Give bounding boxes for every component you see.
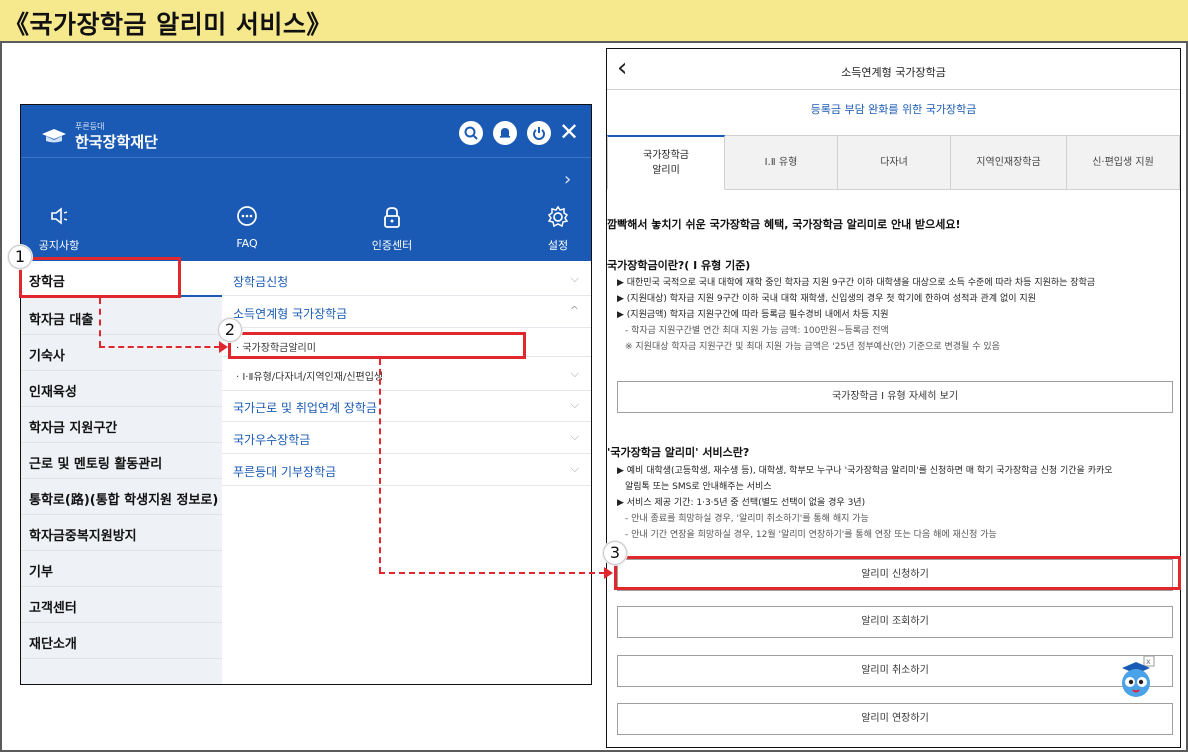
search-icon xyxy=(464,126,478,140)
connector-line xyxy=(99,298,101,347)
section-title: 국가장학금이란?( Ⅰ 유형 기준) xyxy=(607,259,751,272)
menu-item-scholarship[interactable]: 장학금 xyxy=(21,261,222,297)
quick-menu-faq[interactable]: FAQ xyxy=(207,205,287,250)
submenu-item[interactable]: 국가우수장학금 ⌵ xyxy=(222,423,591,454)
arrow-right-icon xyxy=(219,341,228,353)
sub-title: 등록금 부담 완화를 위한 국가장학금 xyxy=(810,103,977,116)
menu-item-customer-center[interactable]: 고객센터 xyxy=(21,587,222,623)
tab-freshman[interactable]: 신·편입생 지원 xyxy=(1067,135,1180,190)
menu-item-student-info[interactable]: 통학로(路)(통합 학생지원 정보로) xyxy=(21,479,222,515)
submenu-item[interactable]: · 국가장학금알리미 xyxy=(222,333,591,357)
submenu-label: 소득연계형 국가장학금 xyxy=(233,307,348,321)
body-line: - 학자금 지원구간별 연간 최대 지원 가능 금액: 100만원~등록금 전액 xyxy=(625,326,889,336)
menu-item-duplicate-prevention[interactable]: 학자금중복지원방지 xyxy=(21,515,222,551)
power-button[interactable] xyxy=(527,121,551,145)
speaker-icon xyxy=(51,207,68,225)
chatbot-mascot-icon[interactable]: x xyxy=(1114,656,1158,700)
tab-alimi[interactable]: 국가장학금 알리미 xyxy=(607,135,725,190)
submenu-item[interactable]: 장학금신청 ⌵ xyxy=(222,265,591,296)
left-app-screen: 푸른등대 한국장학재단 ✕ › 공지사항 FAQ 인증센터 설정 장학금 학자금… xyxy=(20,104,592,685)
gear-icon xyxy=(547,205,569,228)
step-badge-2: 2 xyxy=(218,318,242,342)
quick-menu-settings[interactable]: 설정 xyxy=(518,205,591,253)
header-divider xyxy=(21,157,591,158)
header-title: 소득연계형 국가장학금 xyxy=(841,66,946,79)
menu-item-dorm[interactable]: 기숙사 xyxy=(21,335,222,371)
body-line: - 안내 종료를 희망하실 경우, '알리미 취소하기'를 통해 해지 가능 xyxy=(625,514,869,524)
menu-item-work-mentoring[interactable]: 근로 및 멘토링 활동관리 xyxy=(21,443,222,479)
chevron-up-icon: ^ xyxy=(569,304,579,317)
body-line: 알림톡 또는 SMS로 안내해주는 서비스 xyxy=(625,482,772,492)
title-banner: 《국가장학금 알리미 서비스》 xyxy=(0,0,1188,43)
chevron-right-icon[interactable]: › xyxy=(564,169,571,190)
search-button[interactable] xyxy=(459,121,483,145)
chevron-down-icon: ⌵ xyxy=(570,398,579,411)
menu-item-talent[interactable]: 인재육성 xyxy=(21,371,222,407)
chevron-down-icon: ⌵ xyxy=(570,430,579,443)
lock-icon xyxy=(384,207,400,228)
quick-menu-label: FAQ xyxy=(236,237,258,250)
page-header: ‹ 소득연계형 국가장학금 xyxy=(607,49,1180,90)
apply-button[interactable]: 알리미 신청하기 xyxy=(617,559,1173,591)
page-title: 《국가장학금 알리미 서비스》 xyxy=(4,10,332,39)
logo-name: 한국장학재단 xyxy=(75,133,158,151)
submenu-item[interactable]: 푸른등대 기부장학금 ⌵ xyxy=(222,455,591,486)
chevron-down-icon: ⌵ xyxy=(570,272,579,285)
chevron-down-icon: ⌵ xyxy=(570,462,579,475)
menu-item-donation[interactable]: 기부 xyxy=(21,551,222,587)
tab-bar: 국가장학금 알리미 Ⅰ.Ⅱ 유형 다자녀 지역인재장학금 신·편입생 지원 xyxy=(607,135,1180,190)
menu-item-about[interactable]: 재단소개 xyxy=(21,623,222,659)
connector-line xyxy=(379,359,381,573)
right-app-screen: ‹ 소득연계형 국가장학금 등록금 부담 완화를 위한 국가장학금 국가장학금 … xyxy=(606,48,1181,748)
quick-menu-auth[interactable]: 인증센터 xyxy=(352,205,432,253)
power-icon xyxy=(533,127,545,140)
submenu-label: 푸른등대 기부장학금 xyxy=(233,465,337,479)
menu-item-support-tier[interactable]: 학자금 지원구간 xyxy=(21,407,222,443)
step-badge-1: 1 xyxy=(8,245,32,269)
close-icon[interactable]: ✕ xyxy=(559,119,579,145)
submenu-label: · Ⅰ·Ⅱ유형/다자녀/지역인재/신편입생 xyxy=(236,372,384,383)
submenu-label: 국가우수장학금 xyxy=(233,433,311,447)
body-line: ▶ 대한민국 국적으로 국내 대학에 재학 중인 학자금 지원 9구간 이하 대… xyxy=(617,278,1096,288)
arrow-right-icon xyxy=(604,567,613,579)
chat-icon xyxy=(237,206,257,226)
body-line: ※ 지원대상 학자금 지원구간 및 최대 지원 가능 금액은 '25년 정부예산… xyxy=(625,342,1000,352)
submenu-label: · 국가장학금알리미 xyxy=(236,343,316,354)
quick-menu-label: 공지사항 xyxy=(38,239,80,252)
notification-button[interactable] xyxy=(493,121,517,145)
detail-button[interactable]: 국가장학금 Ⅰ 유형 자세히 보기 xyxy=(617,381,1173,413)
tab-type[interactable]: Ⅰ.Ⅱ 유형 xyxy=(725,135,838,190)
quick-menu-notice[interactable]: 공지사항 xyxy=(21,205,99,253)
section-title: '국가장학금 알리미' 서비스란? xyxy=(607,446,750,459)
submenu-label: 국가근로 및 취업연계 장학금 xyxy=(233,401,377,415)
menu-item-loan[interactable]: 학자금 대출 xyxy=(21,299,222,335)
lead-text: 깜빡해서 놓치기 쉬운 국가장학금 혜택, 국가장학금 알리미로 안내 받으세요… xyxy=(607,218,961,231)
bell-icon xyxy=(500,128,510,138)
body-line: ▶ (지원대상) 학자금 지원 9구간 이하 국내 대학 재학생, 신입생의 경… xyxy=(617,294,1036,304)
cancel-button[interactable]: 알리미 취소하기 xyxy=(617,655,1173,687)
body-line: ▶ 예비 대학생(고등학생, 재수생 등), 대학생, 학부모 누구나 '국가장… xyxy=(617,466,1113,476)
submenu-item[interactable]: 소득연계형 국가장학금 ^ xyxy=(222,297,591,328)
connector-line xyxy=(99,346,220,348)
step-badge-3: 3 xyxy=(603,541,627,565)
tab-multichild[interactable]: 다자녀 xyxy=(838,135,951,190)
submenu-item[interactable]: · Ⅰ·Ⅱ유형/다자녀/지역인재/신편입생 ⌵ xyxy=(222,360,591,391)
body-line: ▶ (지원금액) 학자금 지원구간에 따라 등록금 필수경비 내에서 차등 지원 xyxy=(617,310,889,320)
extend-button[interactable]: 알리미 연장하기 xyxy=(617,703,1173,735)
submenu-item[interactable]: 국가근로 및 취업연계 장학금 ⌵ xyxy=(222,391,591,422)
quick-menu-label: 인증센터 xyxy=(371,239,413,252)
svg-text:x: x xyxy=(1146,657,1151,666)
chevron-down-icon: ⌵ xyxy=(570,367,579,380)
submenu-label: 장학금신청 xyxy=(233,275,289,289)
inquiry-button[interactable]: 알리미 조회하기 xyxy=(617,606,1173,638)
body-line: - 안내 기간 연장을 희망하실 경우, 12월 '알리미 연장하기'를 통해 … xyxy=(625,530,997,540)
tab-regional[interactable]: 지역인재장학금 xyxy=(951,135,1067,190)
connector-line xyxy=(379,572,605,574)
main-menu: 장학금 학자금 대출 기숙사 인재육성 학자금 지원구간 근로 및 멘토링 활동… xyxy=(21,261,222,684)
graduation-cap-icon xyxy=(42,129,66,143)
body-line: ▶ 서비스 제공 기간: 1·3·5년 중 선택(별도 선택이 없을 경우 3년… xyxy=(617,498,866,508)
quick-menu-label: 설정 xyxy=(547,239,569,252)
app-header: 푸른등대 한국장학재단 ✕ › 공지사항 FAQ 인증센터 설정 xyxy=(21,105,591,261)
